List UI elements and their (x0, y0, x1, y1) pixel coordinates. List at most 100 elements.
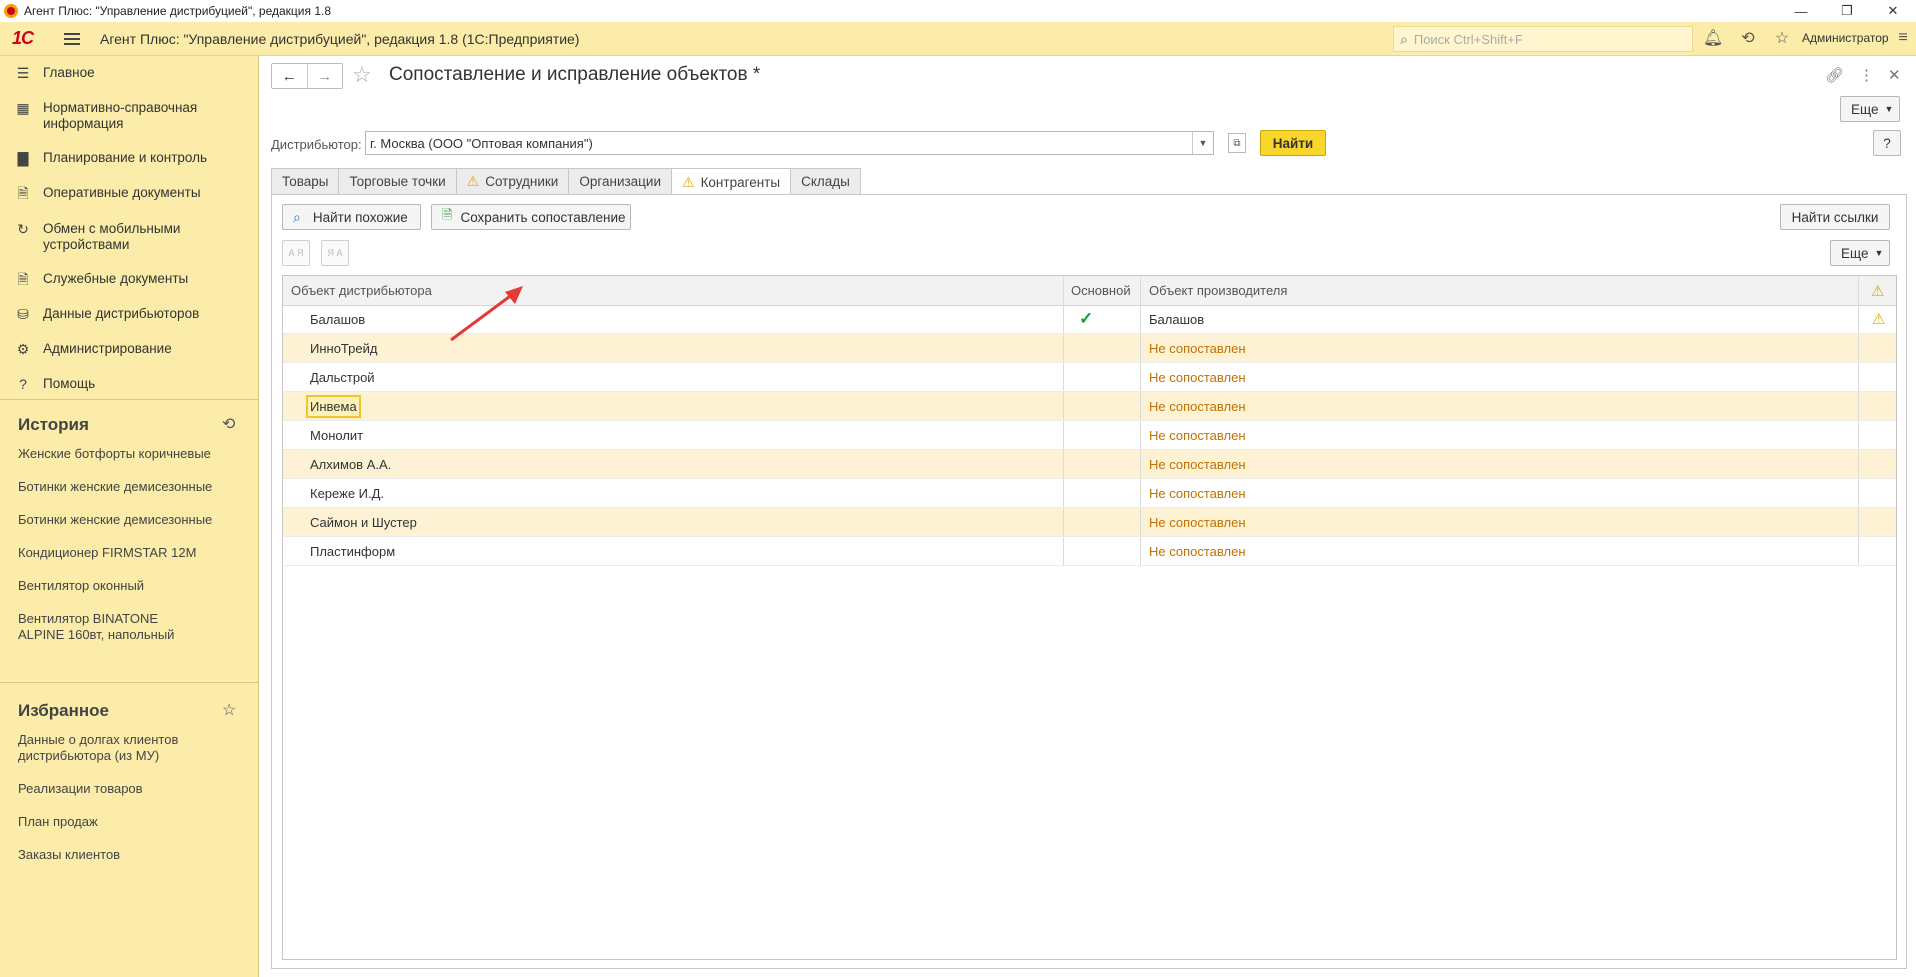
cell-manufacturer-object: Не сопоставлен (1149, 363, 1849, 391)
help-button[interactable]: ? (1873, 130, 1901, 156)
window-title: Агент Плюс: "Управление дистрибуцией", р… (24, 4, 332, 18)
cell-warning (1872, 421, 1892, 449)
column-separator (1063, 305, 1064, 333)
sidebar-item-main[interactable]: ☰ Главное (0, 65, 258, 81)
search-input[interactable] (1411, 30, 1676, 48)
history-item[interactable]: Ботинки женские демисезонные (18, 512, 238, 528)
logo-1c: 1С (12, 28, 34, 48)
warning-icon: ⚠ (682, 173, 695, 190)
cell-distributor-object: Кереже И.Д. (310, 479, 1040, 507)
find-similar-button[interactable]: ⌕ Найти похожие (282, 204, 421, 230)
column-separator (1140, 305, 1141, 333)
cell-distributor-object-text: Саймон и Шустер (310, 514, 417, 530)
chevron-down-icon[interactable]: ▼ (1192, 132, 1213, 154)
open-icon[interactable]: ⧉ (1228, 133, 1246, 153)
history-title: История (18, 415, 89, 434)
cell-warning: ⚠ (1872, 305, 1892, 333)
global-search[interactable]: ⌕ (1393, 26, 1693, 52)
column-separator (1858, 508, 1859, 536)
sort-ascending-button[interactable]: А Я (282, 240, 310, 266)
favorite-item[interactable]: Данные о долгах клиентов дистрибьютора (… (18, 732, 188, 764)
search-icon: ⌕ (293, 208, 301, 225)
forward-arrow-icon[interactable]: → (306, 64, 343, 88)
sidebar-item-distributors[interactable]: ⛁ Данные дистрибьюторов (0, 306, 258, 322)
table-row[interactable]: Кереже И.Д. Не сопоставлен (283, 479, 1896, 508)
table-row[interactable]: Монолит Не сопоставлен (283, 421, 1896, 450)
sidebar-item-planning[interactable]: ▇ Планирование и контроль (0, 150, 258, 166)
favorite-item[interactable]: Реализации товаров (18, 781, 238, 797)
column-separator (1858, 363, 1859, 391)
tab-warehouses[interactable]: Склады (790, 168, 861, 194)
back-arrow-icon[interactable]: ← (272, 64, 307, 88)
tab-organizations[interactable]: Организации (568, 168, 672, 194)
cell-warning (1872, 450, 1892, 478)
history-nav: ← → (271, 63, 343, 89)
settings-icon[interactable]: ≡ (1892, 27, 1914, 49)
column-separator (1140, 508, 1141, 536)
history-icon[interactable]: ⟲ (1737, 27, 1759, 49)
history-item[interactable]: Ботинки женские демисезонные (18, 479, 238, 495)
column-header-distributor-object[interactable]: Объект дистрибьютора (291, 276, 1051, 305)
cell-distributor-object-text: Дальстрой (310, 369, 375, 385)
more-vertical-icon[interactable]: ⋮ (1859, 66, 1874, 84)
sidebar-item-reference[interactable]: ▦ Нормативно-справочная информация (0, 100, 258, 132)
cell-main (1079, 392, 1119, 420)
minimize-button[interactable]: — (1778, 0, 1824, 22)
column-header-main[interactable]: Основной (1071, 276, 1141, 305)
close-window-button[interactable]: ✕ (1870, 0, 1916, 22)
tab-employees[interactable]: ⚠ Сотрудники (455, 168, 570, 194)
column-separator (1063, 421, 1064, 449)
table-row[interactable]: Инвема Не сопоставлен (283, 392, 1896, 421)
cell-main (1079, 363, 1119, 391)
user-name[interactable]: Администратор (1802, 31, 1889, 45)
tab-outlets[interactable]: Торговые точки (338, 168, 457, 194)
cell-main: ✓ (1079, 305, 1119, 333)
add-to-favorites-star-icon[interactable]: ☆ (352, 62, 372, 88)
cell-manufacturer-object: Не сопоставлен (1149, 479, 1849, 507)
bell-icon[interactable]: 🔔︎ (1702, 27, 1724, 49)
table-row[interactable]: Саймон и Шустер Не сопоставлен (283, 508, 1896, 537)
close-form-icon[interactable]: ✕ (1888, 66, 1901, 84)
restore-button[interactable]: ❐ (1824, 0, 1870, 22)
save-mapping-button[interactable]: 🗎 Сохранить сопоставление (431, 204, 631, 230)
tab-counterparties[interactable]: ⚠ Контрагенты (671, 168, 792, 195)
link-icon[interactable]: 🔗︎ (1825, 66, 1844, 84)
cell-distributor-object-text: Пластинформ (310, 543, 396, 559)
history-item[interactable]: Вентилятор BINATONE ALPINE 160вт, наполь… (18, 611, 188, 643)
annotation-arrow-icon (450, 286, 523, 342)
tab-bar: Товары Торговые точки ⚠ Сотрудники Органи… (271, 168, 861, 195)
sort-descending-button[interactable]: Я А (321, 240, 349, 266)
table-row[interactable]: Пластинформ Не сопоставлен (283, 537, 1896, 566)
history-clock-icon[interactable]: ⟲ (222, 414, 235, 434)
main-menu-icon[interactable] (64, 32, 80, 45)
tab-goods[interactable]: Товары (271, 168, 340, 194)
column-separator (1858, 479, 1859, 507)
column-separator (1063, 537, 1064, 565)
column-header-manufacturer-object[interactable]: Объект производителя (1149, 276, 1849, 305)
table-more-button[interactable]: Еще ▼ (1830, 240, 1890, 266)
form-more-button[interactable]: Еще ▼ (1840, 96, 1900, 122)
table-row[interactable]: Дальстрой Не сопоставлен (283, 363, 1896, 392)
favorites-star-icon[interactable]: ☆ (222, 700, 236, 720)
sidebar-item-help[interactable]: ? Помощь (0, 376, 258, 392)
sidebar-item-mobile-exchange[interactable]: ↻ Обмен с мобильными устройствами (0, 221, 258, 253)
favorites-star-icon[interactable]: ☆ (1771, 27, 1793, 49)
distributor-field[interactable]: г. Москва (ООО "Оптовая компания") ▼ (365, 131, 1214, 155)
history-item[interactable]: Кондиционер FIRMSTAR 12M (18, 545, 238, 561)
table-row[interactable]: Алхимов А.А. Не сопоставлен (283, 450, 1896, 479)
find-button[interactable]: Найти (1260, 130, 1326, 156)
cell-distributor-object-text: Монолит (310, 427, 364, 443)
column-separator (1140, 392, 1141, 420)
sidebar-item-service-docs[interactable]: 🗎 Служебные документы (0, 271, 258, 287)
sidebar-item-admin[interactable]: ⚙ Администрирование (0, 341, 258, 357)
history-item[interactable]: Вентилятор оконный (18, 578, 238, 594)
sidebar-item-operational-docs[interactable]: 🗎 Оперативные документы (0, 185, 258, 201)
favorite-item[interactable]: Заказы клиентов (18, 847, 238, 863)
column-separator (1858, 421, 1859, 449)
favorite-item[interactable]: План продаж (18, 814, 238, 830)
column-separator (1063, 450, 1064, 478)
history-item[interactable]: Женские ботфорты коричневые (18, 446, 238, 462)
find-links-button[interactable]: Найти ссылки (1780, 204, 1890, 230)
cell-main (1079, 450, 1119, 478)
cell-main (1079, 508, 1119, 536)
